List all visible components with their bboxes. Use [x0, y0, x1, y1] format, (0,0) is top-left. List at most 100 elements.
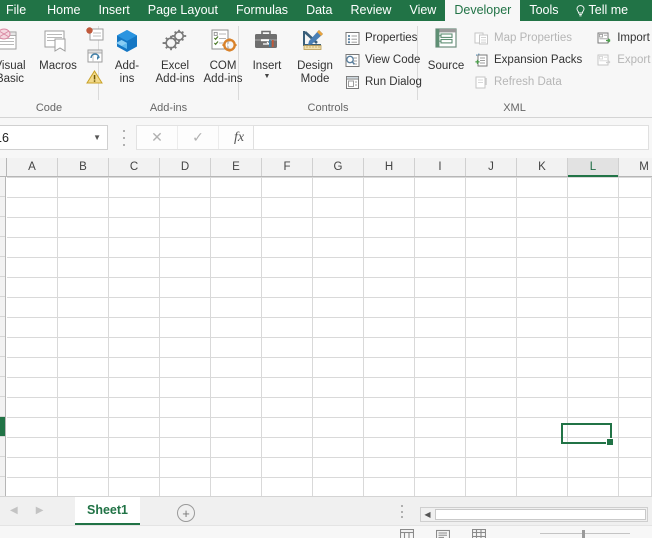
- tab-home[interactable]: Home: [38, 0, 89, 21]
- column-header-f[interactable]: F: [262, 158, 313, 176]
- column-header-j[interactable]: J: [466, 158, 517, 176]
- zoom-slider[interactable]: [540, 530, 630, 538]
- row-header[interactable]: [0, 257, 5, 277]
- column-header-m[interactable]: M: [619, 158, 652, 176]
- run-dialog-button[interactable]: Run Dialog: [341, 71, 427, 93]
- ribbon-group-label-xml: XML: [503, 102, 526, 114]
- excel-addins-button[interactable]: Excel Add-ins: [151, 24, 199, 86]
- addins-store-label: Add- ins: [114, 60, 140, 85]
- scroll-left-button[interactable]: ◀: [421, 508, 434, 521]
- normal-view-icon[interactable]: [400, 528, 414, 538]
- column-header-d[interactable]: D: [160, 158, 211, 176]
- column-header-c[interactable]: C: [109, 158, 160, 176]
- expansion-packs-label: Expansion Packs: [494, 54, 583, 66]
- tell-me-label: Tell me: [588, 3, 629, 17]
- column-header-h[interactable]: H: [364, 158, 415, 176]
- column-header-k[interactable]: K: [517, 158, 568, 176]
- tab-insert[interactable]: Insert: [90, 0, 139, 21]
- xml-source-icon: [430, 26, 462, 58]
- grid-cells[interactable]: [7, 177, 652, 496]
- design-mode-button[interactable]: Design Mode: [291, 24, 339, 86]
- tab-review[interactable]: Review: [341, 0, 400, 21]
- com-addins-label: COM Add-ins: [203, 60, 243, 85]
- horizontal-scrollbar[interactable]: ◀: [420, 507, 648, 522]
- addins-store-button[interactable]: Add- ins: [103, 24, 151, 86]
- row-header[interactable]: [0, 237, 5, 257]
- visual-basic-label: Visual Basic: [0, 60, 26, 85]
- expansion-packs-icon: [473, 52, 489, 68]
- column-header-a[interactable]: A: [7, 158, 58, 176]
- view-code-button[interactable]: View Code: [341, 49, 427, 71]
- export-label: Export: [617, 54, 651, 66]
- row-header[interactable]: [0, 217, 5, 237]
- name-box[interactable]: 16 ▼: [0, 125, 108, 150]
- chevron-down-icon[interactable]: ▼: [93, 133, 101, 142]
- column-headers: A B C D E F G H I J K L M: [0, 158, 652, 177]
- row-header[interactable]: [0, 377, 5, 397]
- fill-handle[interactable]: [606, 438, 614, 446]
- row-header[interactable]: [0, 457, 5, 477]
- tab-tools[interactable]: Tools: [520, 0, 567, 21]
- properties-button[interactable]: Properties: [341, 27, 427, 49]
- sheet-next-button[interactable]: ▶: [36, 502, 44, 520]
- column-header-e[interactable]: E: [211, 158, 262, 176]
- chevron-down-icon[interactable]: ▼: [264, 73, 271, 80]
- tell-me-box[interactable]: Tell me: [568, 0, 637, 21]
- import-label: Import: [617, 32, 650, 44]
- properties-icon: [344, 30, 360, 46]
- row-header-selected[interactable]: [0, 417, 5, 437]
- visual-basic-button[interactable]: Visual Basic: [0, 24, 34, 86]
- tab-page-layout[interactable]: Page Layout: [139, 0, 227, 21]
- map-properties-button: Map Properties: [470, 27, 587, 49]
- row-header[interactable]: [0, 177, 5, 197]
- cancel-formula-button[interactable]: ✕: [137, 126, 178, 149]
- macros-button[interactable]: Macros: [34, 24, 82, 73]
- formula-bar-handle[interactable]: [120, 130, 128, 146]
- row-header[interactable]: [0, 317, 5, 337]
- scrollbar-thumb[interactable]: [435, 509, 646, 520]
- row-header[interactable]: [0, 337, 5, 357]
- sheet-bar-handle[interactable]: [398, 505, 406, 518]
- sheet-tab-sheet1[interactable]: Sheet1: [75, 497, 140, 525]
- zoom-slider-knob[interactable]: [582, 530, 585, 538]
- row-header[interactable]: [0, 197, 5, 217]
- xml-source-label: Source: [427, 60, 465, 72]
- row-header[interactable]: [0, 357, 5, 377]
- import-icon: [596, 30, 612, 46]
- insert-control-label: Insert: [252, 60, 282, 72]
- enter-formula-button[interactable]: ✓: [178, 126, 219, 149]
- row-header[interactable]: [0, 477, 5, 496]
- page-layout-view-icon[interactable]: [436, 528, 450, 538]
- export-icon: [596, 52, 612, 68]
- selected-cell-l16[interactable]: [561, 423, 614, 446]
- tab-formulas[interactable]: Formulas: [227, 0, 297, 21]
- row-header[interactable]: [0, 277, 5, 297]
- sheet-prev-button[interactable]: ◀: [10, 502, 18, 520]
- column-header-i[interactable]: I: [415, 158, 466, 176]
- run-dialog-icon: [344, 74, 360, 90]
- row-header[interactable]: [0, 297, 5, 317]
- column-header-l[interactable]: L: [568, 158, 619, 177]
- import-button[interactable]: Import: [593, 27, 652, 49]
- xml-source-button[interactable]: Source: [422, 24, 470, 73]
- refresh-data-button: Refresh Data: [470, 71, 587, 93]
- column-header-g[interactable]: G: [313, 158, 364, 176]
- com-addins-icon: [207, 26, 239, 58]
- add-sheet-button[interactable]: +: [177, 504, 195, 522]
- expansion-packs-button[interactable]: Expansion Packs: [470, 49, 587, 71]
- column-header-b[interactable]: B: [58, 158, 109, 176]
- row-header[interactable]: [0, 437, 5, 457]
- page-break-preview-icon[interactable]: [472, 528, 486, 538]
- properties-label: Properties: [365, 32, 418, 44]
- excel-addins-label: Excel Add-ins: [155, 60, 195, 85]
- insert-control-button[interactable]: Insert ▼: [243, 24, 291, 80]
- formula-input[interactable]: [253, 125, 649, 150]
- row-header[interactable]: [0, 397, 5, 417]
- tab-view[interactable]: View: [400, 0, 445, 21]
- ribbon-group-label-addins: Add-ins: [149, 102, 188, 114]
- run-dialog-label: Run Dialog: [365, 76, 422, 88]
- tab-file[interactable]: File: [0, 0, 38, 21]
- tab-developer[interactable]: Developer: [445, 0, 521, 21]
- tab-data[interactable]: Data: [297, 0, 341, 21]
- select-all-corner[interactable]: [0, 158, 7, 176]
